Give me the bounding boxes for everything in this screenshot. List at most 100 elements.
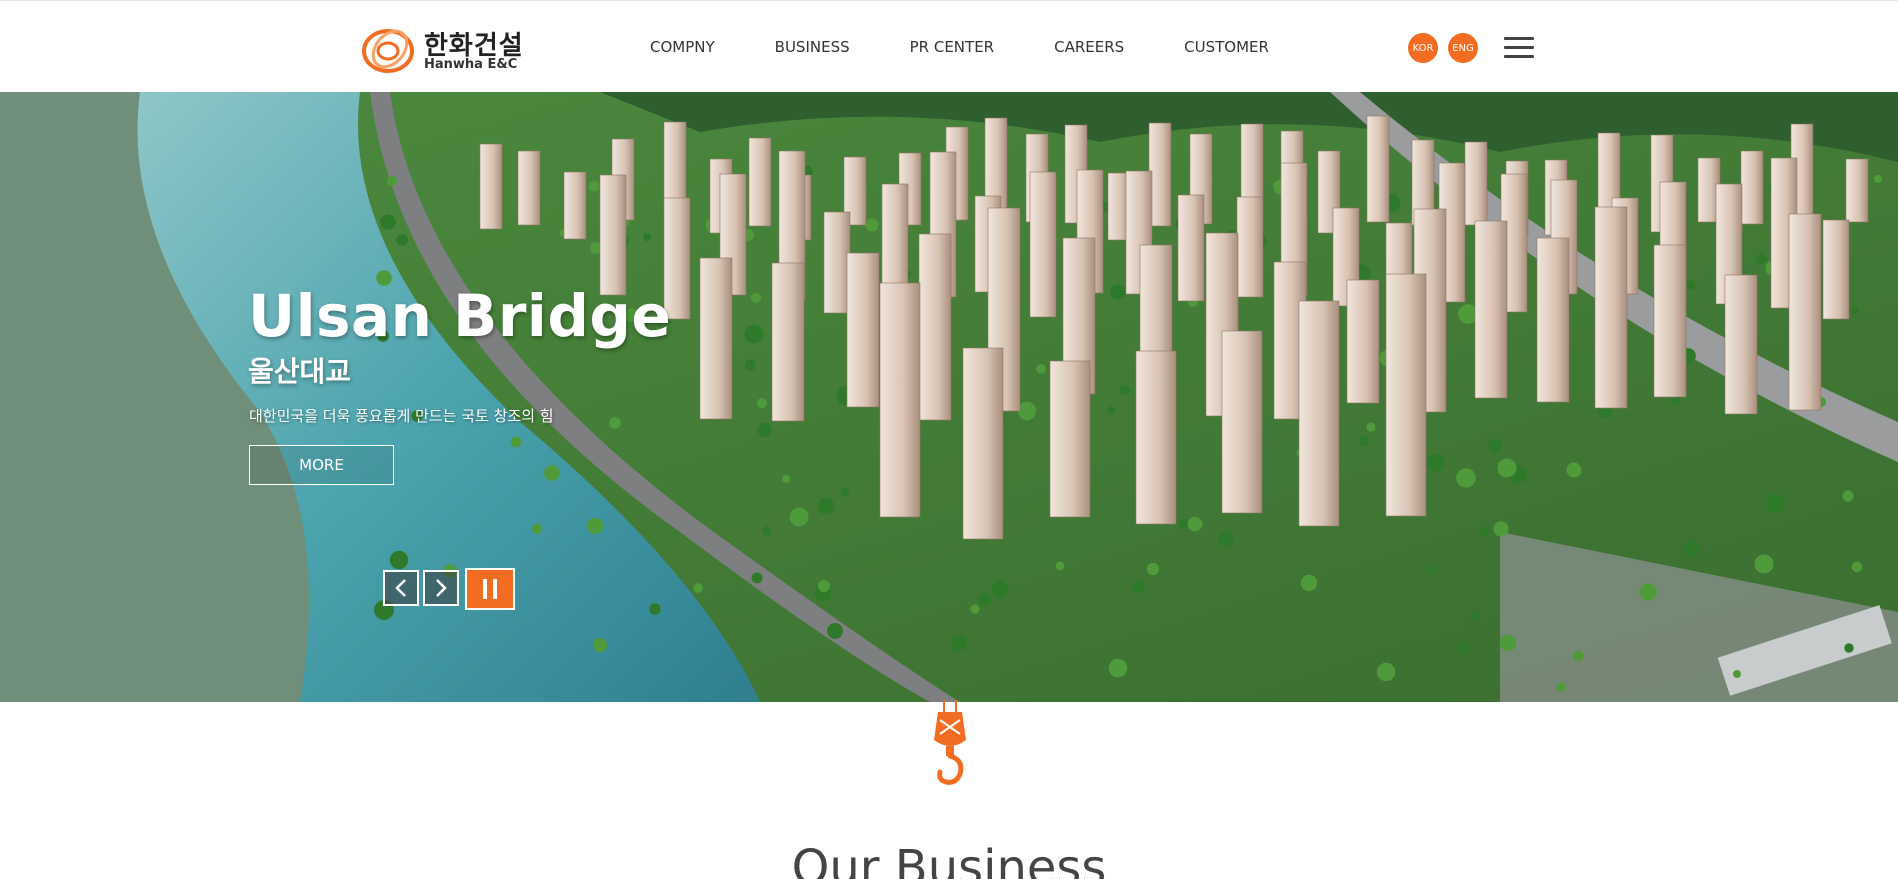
tree-shape [782,475,790,483]
tree-shape [1055,561,1065,571]
tree-shape [751,572,763,584]
tree-shape [1844,643,1854,653]
tree-shape [609,417,621,429]
building-shape [1464,141,1488,226]
tree-shape [1480,526,1490,536]
building-shape [1594,206,1628,409]
nav-item-business[interactable]: BUSINESS [775,38,850,56]
hamburger-line [1504,46,1534,49]
building-shape [1845,158,1869,223]
tree-shape [1217,530,1235,548]
building-shape [1049,360,1091,518]
hanwha-logo-icon [362,29,414,73]
tree-shape [1456,468,1476,488]
tree-shape [1686,280,1696,290]
section-title: Our Business [791,840,1107,879]
tree-shape [1850,305,1860,315]
tree-shape [510,436,522,448]
tree-shape [991,580,1009,598]
tree-shape [1851,561,1863,573]
tree-shape [1300,574,1318,592]
tree-shape [789,507,809,527]
tree-shape [588,180,600,192]
building-shape [599,174,627,296]
tree-shape [1146,562,1160,576]
tree-shape [950,634,968,652]
tree-shape [1755,253,1767,265]
tree-shape [1426,565,1436,575]
hero-title: Ulsan Bridge [248,282,672,350]
tree-shape [1178,519,1188,529]
tree-shape [693,583,703,593]
tree-shape [827,623,843,639]
crane-hook-icon [934,700,966,785]
tree-shape [592,637,608,653]
tree-shape [1499,634,1517,652]
slider-next-button[interactable] [423,570,459,606]
tree-shape [744,359,756,371]
building-shape [1724,274,1758,415]
building-shape [1346,279,1380,404]
tree-shape [1765,493,1785,513]
tree-shape [840,487,850,497]
hanwha-logo[interactable]: 한화건설 Hanwha E&C [358,21,528,77]
tree-shape [1366,422,1376,432]
language-kor-button[interactable]: KOR [1408,33,1438,63]
tree-shape [649,603,661,615]
tree-shape [1358,435,1370,447]
building-shape [517,150,541,226]
slider-pause-button[interactable] [465,568,515,610]
tree-shape [1671,396,1681,406]
building-shape [479,143,503,230]
language-eng-button[interactable]: ENG [1448,33,1478,63]
tree-shape [978,593,992,607]
nav-item-customer[interactable]: CUSTOMER [1184,38,1269,56]
chevron-left-icon [395,579,406,597]
more-button[interactable]: MORE [249,445,394,485]
tree-shape [1110,284,1126,300]
building-shape [1148,122,1172,227]
tree-shape [1842,490,1854,502]
building-shape [563,171,587,240]
tree-shape [865,218,879,232]
building-shape [1029,171,1057,318]
tree-shape [762,526,772,536]
tree-shape [744,324,764,344]
hero-background-image [0,92,1898,702]
hero-slider: Ulsan Bridge 울산대교 대한민국을 더욱 풍요롭게 만드는 국토 창… [0,92,1898,702]
building-shape [879,282,921,518]
pause-icon [483,579,497,599]
building-shape [823,211,851,314]
building-shape [1298,300,1340,527]
tree-shape [1468,610,1478,620]
building-shape [1236,196,1264,298]
tree-shape [380,214,396,230]
building-shape [1385,273,1427,517]
tree-shape [396,234,408,246]
hero-subtitle: 울산대교 [248,355,352,388]
site-header: 한화건설 Hanwha E&C COMPNY BUSINESS PR CENTE… [0,0,1898,92]
tree-shape [970,604,980,614]
tree-shape [1873,174,1883,184]
tree-shape [586,517,604,535]
tree-shape [757,422,773,438]
tree-shape [817,497,835,515]
nav-item-pr-center[interactable]: PR CENTER [910,38,994,56]
hamburger-icon[interactable] [1504,37,1534,59]
tree-shape [1497,458,1517,478]
tree-shape [757,398,767,408]
crane-hook [930,700,970,786]
slider-prev-button[interactable] [383,570,419,606]
hero-description: 대한민국을 더욱 풍요롭게 만드는 국토 창조의 힘 [249,407,554,425]
building-shape [1788,213,1822,411]
tree-shape [1572,650,1584,662]
building-shape [1474,220,1508,399]
tree-shape [1119,384,1131,396]
tree-shape [1733,670,1741,678]
building-shape [1366,115,1390,223]
tree-shape [1457,641,1471,655]
nav-item-company[interactable]: COMPNY [650,38,715,56]
tree-shape [544,465,560,481]
nav-item-careers[interactable]: CAREERS [1054,38,1124,56]
tree-shape [1108,658,1128,678]
